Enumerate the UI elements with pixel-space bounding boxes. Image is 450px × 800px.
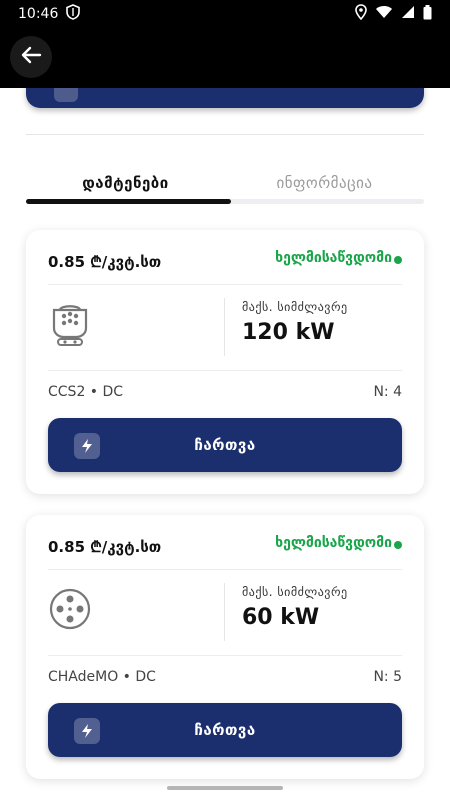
tab-chargers[interactable]: დამტენები	[26, 168, 225, 198]
start-charging-button[interactable]: ჩართვა	[48, 703, 402, 757]
arrow-left-icon	[20, 44, 42, 70]
connector-price: 0.85 ₾/კვტ.სთ	[48, 538, 162, 556]
connector-number: N: 5	[373, 669, 402, 685]
status-dot	[394, 256, 402, 264]
connector-type: CHAdeMO • DC	[48, 669, 156, 685]
card-divider	[48, 655, 402, 656]
location-icon	[355, 4, 367, 24]
home-indicator[interactable]	[167, 786, 283, 790]
status-dot	[394, 541, 402, 549]
battery-icon	[423, 4, 432, 24]
back-button[interactable]	[10, 36, 52, 78]
max-power-label: მაქს. სიმძლავრე	[242, 585, 348, 599]
card-divider	[48, 569, 402, 570]
shield-icon	[66, 4, 81, 24]
connector-card: 0.85 ₾/კვტ.სთ ხელმისაწვდომი მაქს. სიმძლა…	[26, 515, 424, 779]
connector-type: CCS2 • DC	[48, 384, 124, 400]
status-bar: 10:46	[0, 0, 450, 28]
start-charging-button[interactable]: ჩართვა	[48, 418, 402, 472]
app-top-bar	[0, 28, 450, 88]
station-details-content[interactable]: დამტენები ინფორმაცია 0.85 ₾/კვტ.სთ ხელმი…	[0, 88, 450, 800]
max-power-value: 60 kW	[242, 605, 320, 630]
star-icon	[54, 88, 78, 102]
connector-status: ხელმისაწვდომი	[275, 535, 392, 551]
card-divider	[48, 370, 402, 371]
connector-card: 0.85 ₾/კვტ.სთ ხელმისაწვდომი მაქს. სიმძლა…	[26, 230, 424, 494]
status-time: 10:46	[18, 6, 59, 22]
card-divider	[48, 284, 402, 285]
tab-information[interactable]: ინფორმაცია	[225, 168, 424, 198]
tab-active-indicator	[26, 199, 231, 204]
ccs2-connector-icon	[48, 302, 92, 346]
chademo-connector-icon	[48, 587, 92, 631]
connector-number: N: 4	[373, 384, 402, 400]
max-power-value: 120 kW	[242, 320, 335, 345]
signal-icon	[401, 5, 415, 23]
vertical-divider	[224, 298, 225, 356]
wifi-icon	[375, 5, 393, 23]
connector-price: 0.85 ₾/კვტ.სთ	[48, 253, 162, 271]
connector-status: ხელმისაწვდომი	[275, 250, 392, 266]
max-power-label: მაქს. სიმძლავრე	[242, 300, 348, 314]
section-divider	[26, 134, 424, 135]
favorite-button[interactable]	[26, 88, 424, 108]
start-charging-label: ჩართვა	[194, 721, 256, 739]
vertical-divider	[224, 583, 225, 641]
start-charging-label: ჩართვა	[194, 436, 256, 454]
